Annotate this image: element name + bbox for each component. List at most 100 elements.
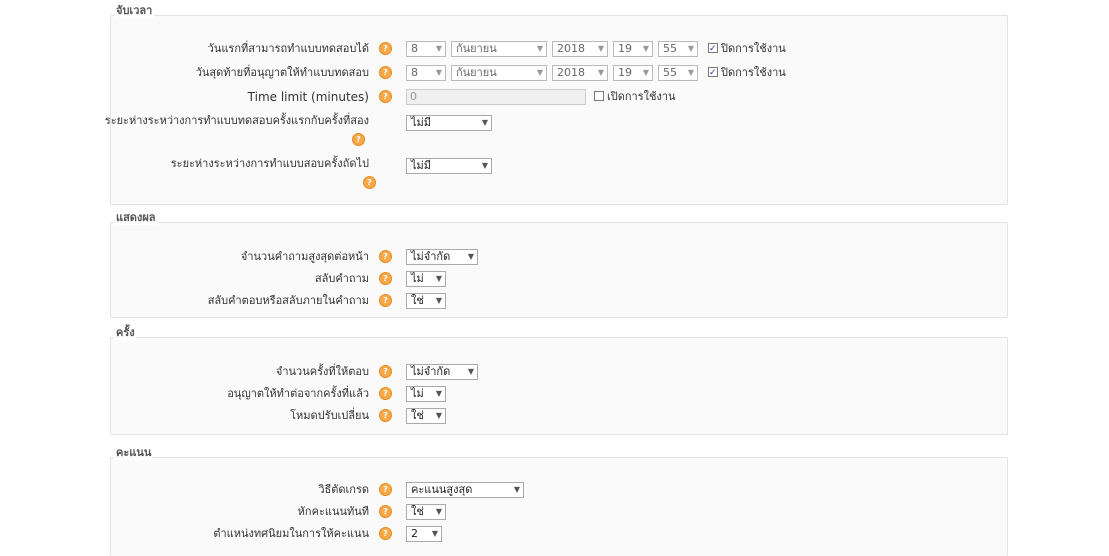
- display-section-title[interactable]: แสดงผล: [114, 211, 158, 225]
- close-month-select[interactable]: กันยายน ▼: [451, 65, 547, 81]
- help-icon[interactable]: ?: [379, 505, 392, 518]
- delay1-label: ระยะห่างระหว่างการทำแบบทดสอบครั้งแรกกับค…: [104, 114, 369, 127]
- timing-section-title[interactable]: จับเวลา: [114, 4, 155, 18]
- chevron-down-icon: ▼: [687, 68, 694, 77]
- chevron-down-icon: ▼: [435, 507, 442, 516]
- grade-method-row: วิธีตัดเกรด ? คะแนนสูงสุด ▼: [111, 482, 1007, 502]
- chevron-down-icon: ▼: [435, 44, 442, 53]
- open-date-label: วันแรกที่สามารถทำแบบทดสอบได้: [207, 42, 369, 55]
- grade-method-label: วิธีตัดเกรด: [318, 483, 369, 496]
- delay2-row: ระยะห่างระหว่างการทำแบบสอบครั้งถัดไป ? ไ…: [111, 156, 1007, 196]
- help-icon[interactable]: ?: [379, 272, 392, 285]
- help-icon[interactable]: ?: [363, 176, 376, 189]
- shuffle-answers-label: สลับคำตอบหรือสลับภายในคำถาม: [207, 294, 369, 307]
- checkbox-icon[interactable]: [708, 41, 718, 57]
- help-icon[interactable]: ?: [379, 90, 392, 103]
- chevron-down-icon: ▼: [536, 68, 543, 77]
- delay2-select[interactable]: ไม่มี ▼: [406, 158, 492, 174]
- qpp-select[interactable]: ไม่จำกัด ▼: [406, 249, 478, 265]
- qpp-row: จำนวนคำถามสูงสุดต่อหน้า ? ไม่จำกัด ▼: [111, 249, 1007, 269]
- delay2-label: ระยะห่างระหว่างการทำแบบสอบครั้งถัดไป: [170, 157, 369, 170]
- display-section: แสดงผล จำนวนคำถามสูงสุดต่อหน้า ? ไม่จำกั…: [110, 211, 1008, 318]
- open-hour-select[interactable]: 19 ▼: [613, 41, 653, 57]
- chevron-down-icon: ▼: [467, 367, 474, 376]
- close-day-select[interactable]: 8 ▼: [406, 65, 446, 81]
- chevron-down-icon: ▼: [513, 485, 520, 494]
- open-year-select[interactable]: 2018 ▼: [552, 41, 608, 57]
- penalty-label: หักคะแนนทันที: [297, 505, 369, 518]
- help-icon[interactable]: ?: [379, 66, 392, 79]
- shuffle-questions-select[interactable]: ไม่ ▼: [406, 271, 446, 287]
- adaptive-mode-select[interactable]: ใช่ ▼: [406, 408, 446, 424]
- timing-section: จับเวลา วันแรกที่สามารถทำแบบทดสอบได้ ? 8…: [105, 4, 1008, 205]
- delay1-select[interactable]: ไม่มี ▼: [406, 115, 492, 131]
- decimal-points-select[interactable]: 2 ▼: [406, 526, 442, 542]
- checkbox-icon[interactable]: [594, 91, 604, 101]
- grade-method-select[interactable]: คะแนนสูงสุด ▼: [406, 482, 524, 498]
- chevron-down-icon: ▼: [431, 529, 438, 538]
- chevron-down-icon: ▼: [481, 161, 488, 170]
- build-on-last-label: อนุญาตให้ทำต่อจากครั้งที่แล้ว: [227, 387, 369, 400]
- help-icon[interactable]: ?: [379, 527, 392, 540]
- help-icon[interactable]: ?: [379, 409, 392, 422]
- help-icon[interactable]: ?: [379, 387, 392, 400]
- close-enable-checkbox[interactable]: ปิดการใช้งาน: [708, 65, 786, 81]
- attempts-section: ครั้ง จำนวนครั้งที่ให้ตอบ ? ไม่จำกัด ▼ อน…: [110, 326, 1008, 435]
- build-on-last-select[interactable]: ไม่ ▼: [406, 386, 446, 402]
- open-day-select[interactable]: 8 ▼: [406, 41, 446, 57]
- attempts-section-title[interactable]: ครั้ง: [114, 326, 137, 340]
- adaptive-mode-row: โหมดปรับเปลี่ยน ? ใช่ ▼: [111, 408, 1007, 428]
- checkbox-icon[interactable]: [708, 65, 718, 81]
- close-minute-select[interactable]: 55 ▼: [658, 65, 698, 81]
- help-icon[interactable]: ?: [379, 250, 392, 263]
- help-icon[interactable]: ?: [352, 133, 365, 146]
- attempts-count-label: จำนวนครั้งที่ให้ตอบ: [275, 365, 369, 378]
- penalty-select[interactable]: ใช่ ▼: [406, 504, 446, 520]
- qpp-label: จำนวนคำถามสูงสุดต่อหน้า: [240, 250, 369, 263]
- close-date-label: วันสุดท้ายที่อนุญาตให้ทำแบบทดสอบ: [195, 66, 369, 79]
- attempts-count-select[interactable]: ไม่จำกัด ▼: [406, 364, 478, 380]
- help-icon[interactable]: ?: [379, 483, 392, 496]
- timelimit-row: Time limit (minutes) ? 0 เปิดการใช้งาน: [111, 89, 1007, 109]
- shuffle-answers-row: สลับคำตอบหรือสลับภายในคำถาม ? ใช่ ▼: [111, 293, 1007, 313]
- chevron-down-icon: ▼: [642, 68, 649, 77]
- help-icon[interactable]: ?: [379, 365, 392, 378]
- grades-section-title[interactable]: คะแนน: [114, 446, 154, 460]
- decimal-points-label: ตำแหน่งทศนิยมในการให้คะแนน: [213, 527, 369, 540]
- timelimit-input[interactable]: 0: [406, 89, 586, 105]
- close-date-row: วันสุดท้ายที่อนุญาตให้ทำแบบทดสอบ ? 8 ▼ กั…: [111, 65, 1007, 85]
- chevron-down-icon: ▼: [435, 296, 442, 305]
- quiz-settings-page: จับเวลา วันแรกที่สามารถทำแบบทดสอบได้ ? 8…: [100, 0, 1018, 556]
- build-on-last-row: อนุญาตให้ทำต่อจากครั้งที่แล้ว ? ไม่ ▼: [111, 386, 1007, 406]
- chevron-down-icon: ▼: [435, 389, 442, 398]
- delay1-row: ระยะห่างระหว่างการทำแบบทดสอบครั้งแรกกับค…: [105, 113, 1007, 149]
- open-date-row: วันแรกที่สามารถทำแบบทดสอบได้ ? 8 ▼ กันยาย…: [111, 41, 1007, 61]
- help-icon[interactable]: ?: [379, 294, 392, 307]
- timelimit-label: Time limit (minutes): [247, 90, 369, 104]
- open-month-select[interactable]: กันยายน ▼: [451, 41, 547, 57]
- shuffle-questions-label: สลับคำถาม: [314, 272, 369, 285]
- penalty-row: หักคะแนนทันที ? ใช่ ▼: [111, 504, 1007, 524]
- chevron-down-icon: ▼: [467, 252, 474, 261]
- help-icon[interactable]: ?: [379, 42, 392, 55]
- chevron-down-icon: ▼: [597, 68, 604, 77]
- chevron-down-icon: ▼: [597, 44, 604, 53]
- timelimit-enable-checkbox[interactable]: เปิดการใช้งาน: [594, 89, 676, 105]
- close-hour-select[interactable]: 19 ▼: [613, 65, 653, 81]
- shuffle-answers-select[interactable]: ใช่ ▼: [406, 293, 446, 309]
- chevron-down-icon: ▼: [642, 44, 649, 53]
- open-enable-checkbox[interactable]: ปิดการใช้งาน: [708, 41, 786, 57]
- decimal-points-row: ตำแหน่งทศนิยมในการให้คะแนน ? 2 ▼: [111, 526, 1007, 546]
- open-minute-select[interactable]: 55 ▼: [658, 41, 698, 57]
- adaptive-mode-label: โหมดปรับเปลี่ยน: [290, 409, 369, 422]
- chevron-down-icon: ▼: [435, 411, 442, 420]
- grades-section: คะแนน วิธีตัดเกรด ? คะแนนสูงสุด ▼ หักคะแน…: [110, 446, 1008, 556]
- chevron-down-icon: ▼: [481, 118, 488, 127]
- shuffle-questions-row: สลับคำถาม ? ไม่ ▼: [111, 271, 1007, 291]
- attempts-count-row: จำนวนครั้งที่ให้ตอบ ? ไม่จำกัด ▼: [111, 364, 1007, 384]
- chevron-down-icon: ▼: [435, 68, 442, 77]
- close-year-select[interactable]: 2018 ▼: [552, 65, 608, 81]
- chevron-down-icon: ▼: [536, 44, 543, 53]
- chevron-down-icon: ▼: [687, 44, 694, 53]
- chevron-down-icon: ▼: [435, 274, 442, 283]
